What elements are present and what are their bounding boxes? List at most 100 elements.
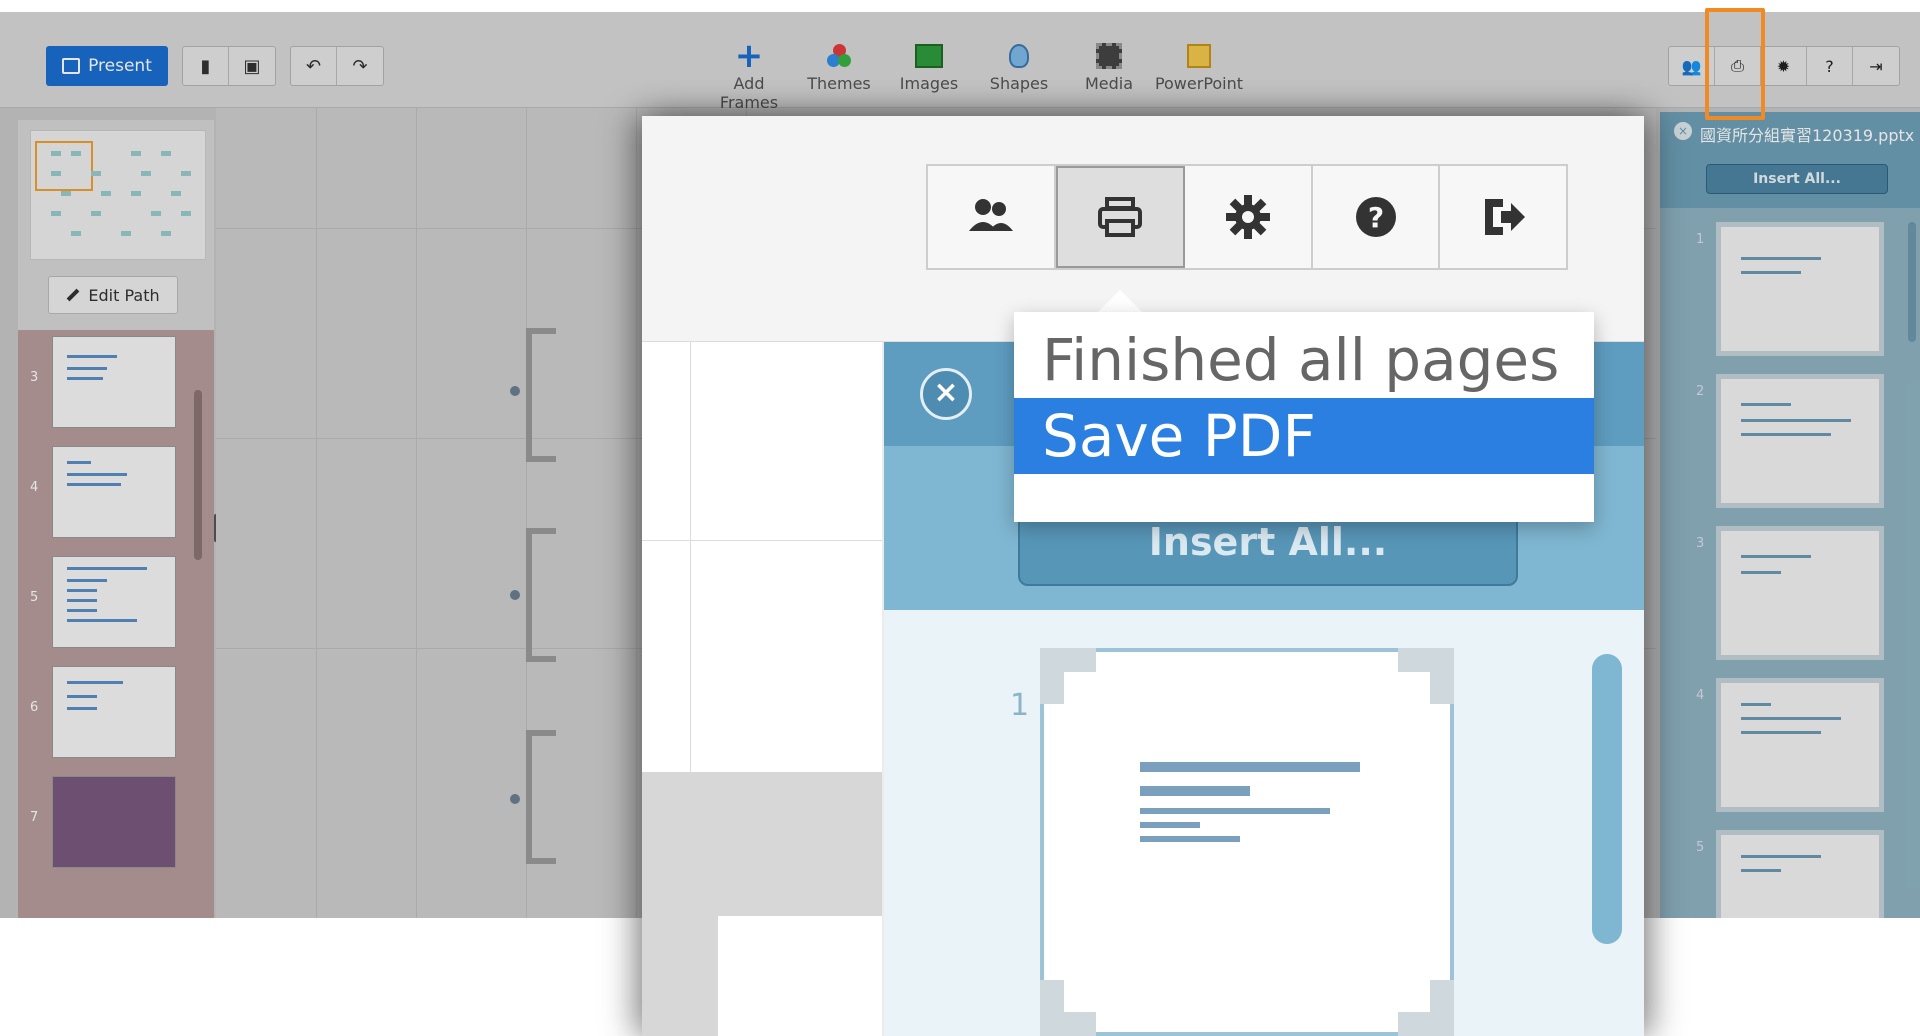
print-menu: Finished all pages Save PDF [1014,312,1594,522]
path-step[interactable]: 7 [18,770,214,870]
path-step[interactable]: 6 [18,660,214,760]
help-icon: ? [1825,56,1834,76]
zoomed-settings-button[interactable] [1185,166,1313,268]
thumbnail-scrollbar[interactable] [194,390,202,560]
path-step[interactable]: 3 [18,330,214,430]
zoomed-help-button[interactable]: ? [1313,166,1441,268]
print-button-highlight [1705,8,1765,120]
pptx-slide-thumbnail[interactable] [1716,374,1884,508]
zoomed-pptx-slide-thumbnail[interactable] [1040,648,1454,1036]
path-step-number: 6 [30,700,39,715]
save-button[interactable]: ▣ [229,47,275,85]
users-icon: 👥 [1681,56,1702,76]
help-button[interactable]: ? [1807,47,1853,85]
edit-path-button[interactable]: Edit Path [48,276,178,314]
zoomed-close-panel-button[interactable]: × [920,368,972,420]
frame-bracket[interactable] [526,730,556,864]
menu-item-save-pdf[interactable]: Save PDF [1014,398,1594,474]
zoomed-print-button[interactable] [1055,166,1186,268]
frame-bracket[interactable] [526,328,556,462]
insert-all-button[interactable]: Insert All... [1706,164,1888,194]
path-step-thumbnail [52,776,176,868]
path-step-number: 5 [30,590,39,605]
save-icon: ▣ [243,55,261,77]
new-file-button[interactable]: ▮ [183,47,229,85]
themes-label: Themes [807,74,871,93]
slide-number: 2 [1696,384,1705,399]
path-step[interactable]: 4 [18,440,214,540]
close-icon: × [1677,124,1689,138]
dropdown-caret [1096,290,1144,314]
media-tool[interactable]: Media [1064,38,1154,112]
edit-path-label: Edit Path [88,285,160,305]
overview-current-frame [35,141,93,191]
account-tools: 👥 ⎙ ✹ ? ⇥ [1668,46,1900,86]
zoomed-share-button[interactable] [928,166,1056,268]
images-icon [915,44,943,68]
zoomed-exit-button[interactable] [1440,166,1566,268]
insert-panel-scrollbar[interactable] [1908,222,1916,342]
path-step[interactable]: 5 [18,550,214,650]
main-toolbar: Present ▮ ▣ ↶ ↷ + Add Frames Themes Imag… [0,12,1920,112]
powerpoint-label: PowerPoint [1154,74,1244,93]
path-point[interactable] [508,792,522,806]
themes-tool[interactable]: Themes [794,38,884,112]
shapes-tool[interactable]: Shapes [974,38,1064,112]
path-step-thumbnail [52,336,176,428]
add-frames-label: Add Frames [719,74,779,112]
history-button-group: ↶ ↷ [290,46,384,86]
pptx-slide-thumbnail[interactable] [1716,678,1884,812]
powerpoint-tool[interactable]: PowerPoint [1154,38,1244,112]
path-step-number: 3 [30,370,39,385]
path-step-thumbnail [52,446,176,538]
zoomed-account-tools: ? [926,164,1568,270]
close-icon: × [933,375,959,410]
exit-button[interactable]: ⇥ [1853,47,1899,85]
slide-number: 1 [1696,232,1705,247]
path-point[interactable] [508,384,522,398]
redo-button[interactable]: ↷ [337,47,383,85]
pptx-slide-thumbnail[interactable] [1716,830,1884,918]
shapes-label: Shapes [989,74,1049,93]
menu-item-finished-all-pages[interactable]: Finished all pages [1014,322,1594,398]
images-tool[interactable]: Images [884,38,974,112]
undo-button[interactable]: ↶ [291,47,337,85]
zoomed-insert-panel-scrollbar[interactable] [1592,654,1622,944]
projector-icon [62,58,81,74]
powerpoint-icon [1187,44,1211,68]
undo-icon: ↶ [305,55,322,77]
frame-bracket[interactable] [526,528,556,662]
path-point[interactable] [508,588,522,602]
path-overview-thumbnail[interactable] [30,130,206,260]
themes-icon [827,44,851,68]
present-label: Present [88,56,152,76]
pptx-slide-thumbnail[interactable] [1716,526,1884,660]
gear-icon: ✹ [1776,56,1791,76]
add-frames-icon: + [734,36,764,76]
path-step-number: 4 [30,480,39,495]
zoomed-slide-number: 1 [1010,688,1030,723]
present-button[interactable]: Present [46,46,168,86]
printer-icon [1098,197,1143,237]
zoomed-canvas-frame [718,916,882,1036]
path-thumbnail-list: 3 4 5 6 7 [18,330,214,918]
settings-button[interactable]: ✹ [1761,47,1807,85]
add-frames-tool[interactable]: + Add Frames [704,38,794,112]
pencil-icon [67,288,80,302]
slide-number: 4 [1696,688,1705,703]
slide-number: 3 [1696,536,1705,551]
exit-icon: ⇥ [1869,56,1883,76]
path-step-thumbnail [52,666,176,758]
media-icon [1096,43,1122,69]
exit-icon [1485,199,1526,235]
close-panel-button[interactable]: × [1674,122,1692,140]
zoomed-print-menu-callout: ? × Insert All... 1 Finished all pages S… [642,116,1644,1036]
insert-tools: + Add Frames Themes Images Shapes Media [704,38,1244,112]
pptx-slide-thumbnail[interactable] [1716,222,1884,356]
path-step-thumbnail [52,556,176,648]
svg-text:?: ? [1367,201,1383,234]
slide-number: 5 [1696,840,1705,855]
file-button-group: ▮ ▣ [182,46,276,86]
path-sidebar: Edit Path 3 4 5 6 7 [18,120,214,918]
media-label: Media [1084,74,1134,93]
